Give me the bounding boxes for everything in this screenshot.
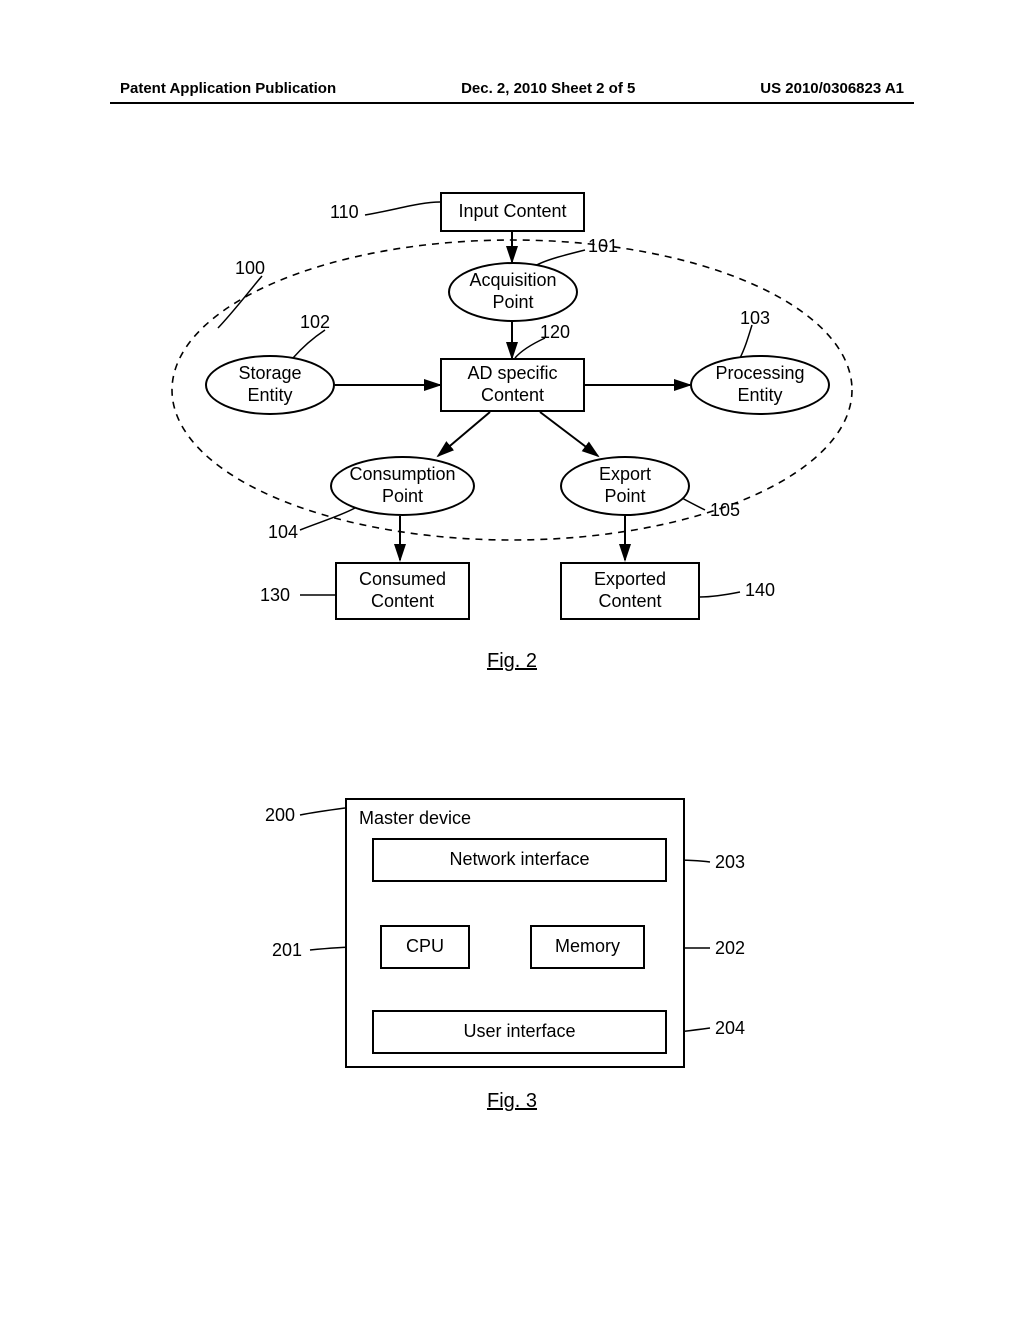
header-right: US 2010/0306823 A1: [760, 80, 904, 97]
ref-140: 140: [745, 580, 775, 601]
figure-3: Master device Network interface CPU Memo…: [0, 770, 1024, 1150]
header-rule: [110, 102, 914, 104]
export-point-ellipse: Export Point: [560, 456, 690, 516]
consumed-content-box: Consumed Content: [335, 562, 470, 620]
ref-100: 100: [235, 258, 265, 279]
ref-102: 102: [300, 312, 330, 333]
ref-120: 120: [540, 322, 570, 343]
header-center: Dec. 2, 2010 Sheet 2 of 5: [461, 80, 635, 97]
input-content-label: Input Content: [458, 201, 566, 223]
acquisition-point-ellipse: Acquisition Point: [448, 262, 578, 322]
user-interface-box: User interface: [372, 1010, 667, 1054]
ref-110: 110: [330, 202, 359, 223]
figure-2: Input Content Acquisition Point Storage …: [0, 180, 1024, 720]
ref-105: 105: [710, 500, 740, 521]
ref-200: 200: [265, 805, 295, 826]
network-interface-box: Network interface: [372, 838, 667, 882]
cpu-label: CPU: [406, 936, 444, 958]
memory-label: Memory: [555, 936, 620, 958]
ref-103: 103: [740, 308, 770, 329]
consumed-content-label: Consumed Content: [359, 569, 446, 612]
ref-202: 202: [715, 938, 745, 959]
processing-entity-ellipse: Processing Entity: [690, 355, 830, 415]
ref-101: 101: [588, 236, 618, 257]
ref-204: 204: [715, 1018, 745, 1039]
page: Patent Application Publication Dec. 2, 2…: [0, 0, 1024, 1320]
exported-content-box: Exported Content: [560, 562, 700, 620]
page-header: Patent Application Publication Dec. 2, 2…: [0, 80, 1024, 97]
network-interface-label: Network interface: [449, 849, 589, 871]
exported-content-label: Exported Content: [594, 569, 666, 612]
ref-104: 104: [268, 522, 298, 543]
user-interface-label: User interface: [463, 1021, 575, 1043]
consumption-point-label: Consumption Point: [349, 464, 455, 507]
storage-entity-ellipse: Storage Entity: [205, 355, 335, 415]
input-content-box: Input Content: [440, 192, 585, 232]
ref-130: 130: [260, 585, 290, 606]
fig3-caption: Fig. 3: [487, 1090, 537, 1113]
ref-203: 203: [715, 852, 745, 873]
ad-specific-box: AD specific Content: [440, 358, 585, 412]
ad-specific-label: AD specific Content: [467, 363, 557, 406]
cpu-box: CPU: [380, 925, 470, 969]
master-device-label: Master device: [359, 808, 471, 830]
processing-entity-label: Processing Entity: [715, 363, 804, 406]
export-point-label: Export Point: [599, 464, 651, 507]
storage-entity-label: Storage Entity: [238, 363, 301, 406]
acquisition-point-label: Acquisition Point: [469, 270, 556, 313]
fig2-overlay: [0, 180, 1024, 720]
fig2-caption: Fig. 2: [487, 650, 537, 673]
ref-201: 201: [272, 940, 302, 961]
consumption-point-ellipse: Consumption Point: [330, 456, 475, 516]
header-left: Patent Application Publication: [120, 80, 336, 97]
memory-box: Memory: [530, 925, 645, 969]
